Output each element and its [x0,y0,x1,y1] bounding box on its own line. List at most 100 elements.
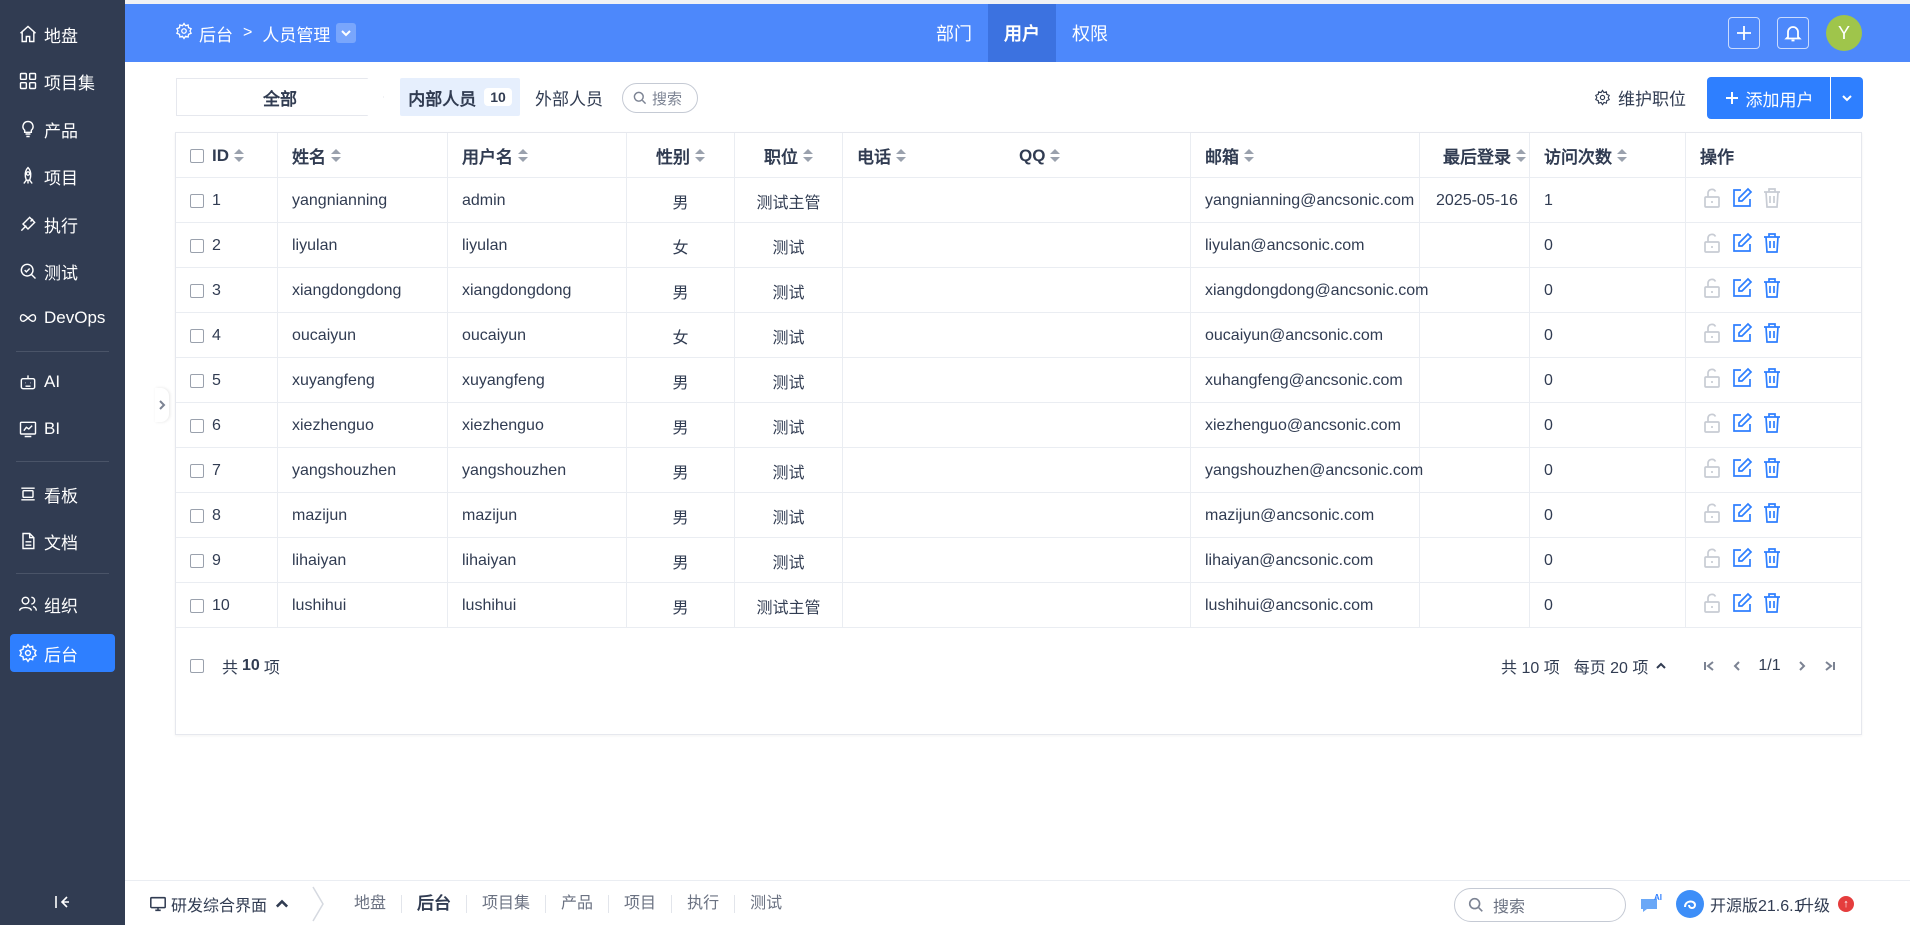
sort-icon[interactable] [1244,148,1254,163]
quick-tab-test[interactable]: 测试 [735,895,797,913]
delete-icon[interactable] [1760,321,1784,350]
sidebar-item-ai[interactable]: AI [10,363,115,401]
lock-icon[interactable] [1700,276,1724,305]
row-checkbox[interactable] [190,328,204,343]
sidebar-item-programs[interactable]: 项目集 [10,62,115,100]
lock-icon[interactable] [1700,366,1724,395]
chevron-down-icon[interactable] [336,23,357,43]
breadcrumb-root[interactable]: 后台 [199,21,233,46]
sort-icon[interactable] [803,148,813,163]
sort-icon[interactable] [331,148,341,163]
prev-page-icon[interactable] [1730,659,1744,673]
quick-tab-project[interactable]: 项目 [609,894,673,913]
row-checkbox[interactable] [190,463,204,478]
sidebar-item-org[interactable]: 组织 [10,585,115,623]
sort-icon[interactable] [1516,148,1526,163]
edit-icon[interactable] [1730,546,1754,575]
sort-icon[interactable] [896,148,906,163]
filter-internal[interactable]: 内部人员 10 [400,78,520,116]
row-checkbox[interactable] [190,193,204,208]
tab-department[interactable]: 部门 [920,4,988,62]
create-button[interactable] [1728,17,1760,49]
delete-icon[interactable] [1760,591,1784,620]
row-checkbox[interactable] [190,373,204,388]
first-page-icon[interactable] [1702,659,1716,673]
last-page-icon[interactable] [1823,659,1837,673]
col-position[interactable]: 职位 [735,133,843,178]
quick-tab-product[interactable]: 产品 [546,894,610,913]
search-button[interactable]: 搜索 [622,83,698,113]
sort-icon[interactable] [1617,148,1627,163]
delete-icon[interactable] [1760,411,1784,440]
sidebar-item-bi[interactable]: BI [10,410,115,448]
filter-all[interactable]: 全部 [176,78,384,116]
global-search-input[interactable]: 搜索 [1454,888,1626,922]
quick-tab-admin[interactable]: 后台 [402,894,468,913]
notification-button[interactable] [1777,17,1809,49]
col-last-login[interactable]: 最后登录 [1420,133,1530,178]
collapse-sidebar-icon[interactable] [52,892,72,912]
lock-icon[interactable] [1700,231,1724,260]
edit-icon[interactable] [1730,186,1754,215]
next-page-icon[interactable] [1795,659,1809,673]
row-checkbox[interactable] [190,418,204,433]
sidebar-item-devops[interactable]: DevOps [10,299,115,337]
footer-checkbox[interactable] [190,659,204,673]
edit-icon[interactable] [1730,321,1754,350]
sort-icon[interactable] [1050,148,1061,163]
quick-tab-execution[interactable]: 执行 [672,894,736,913]
sidebar-item-project[interactable]: 项目 [10,157,115,195]
sidebar-item-doc[interactable]: 文档 [10,522,115,560]
delete-icon[interactable] [1760,366,1784,395]
delete-icon[interactable] [1760,276,1784,305]
row-checkbox[interactable] [190,553,204,568]
edit-icon[interactable] [1730,591,1754,620]
per-page-select[interactable]: 每页 20 项 [1574,654,1669,678]
lock-icon[interactable] [1700,546,1724,575]
add-user-button[interactable]: 添加用户 [1707,77,1830,119]
row-checkbox[interactable] [190,598,204,613]
lock-icon[interactable] [1700,591,1724,620]
sidebar-item-product[interactable]: 产品 [10,110,115,148]
lock-icon[interactable] [1700,186,1724,215]
tab-permission[interactable]: 权限 [1056,4,1124,62]
sidebar-item-kanban[interactable]: 看板 [10,475,115,513]
sidebar-item-admin[interactable]: 后台 [10,634,115,672]
lock-icon[interactable] [1700,411,1724,440]
sidebar-item-execution[interactable]: 执行 [10,205,115,243]
maintain-position-button[interactable]: 维护职位 [1594,78,1686,116]
edit-icon[interactable] [1730,456,1754,485]
col-name[interactable]: 姓名 [278,133,448,178]
expand-panel-button[interactable] [155,388,169,422]
row-checkbox[interactable] [190,283,204,298]
select-all-checkbox[interactable] [190,148,204,163]
edit-icon[interactable] [1730,231,1754,260]
upgrade-button[interactable]: 升级 ↑ [1798,881,1855,925]
sort-icon[interactable] [518,148,528,163]
lock-icon[interactable] [1700,501,1724,530]
add-user-dropdown[interactable] [1831,77,1863,119]
col-id[interactable]: ID [176,133,278,178]
sort-icon[interactable] [234,148,244,163]
sidebar-item-test[interactable]: 测试 [10,252,115,290]
quick-tab-programs[interactable]: 项目集 [467,894,547,913]
delete-icon[interactable] [1760,456,1784,485]
delete-icon[interactable] [1760,546,1784,575]
edit-icon[interactable] [1730,501,1754,530]
ui-switcher[interactable]: 研发综合界面 [149,881,295,925]
edit-icon[interactable] [1730,276,1754,305]
col-visits[interactable]: 访问次数 [1530,133,1686,178]
sort-icon[interactable] [695,148,705,163]
avatar[interactable]: Y [1826,15,1862,51]
filter-external[interactable]: 外部人员 [535,78,603,116]
tab-user[interactable]: 用户 [988,4,1056,62]
lock-icon[interactable] [1700,456,1724,485]
version-info[interactable]: 开源版21.6.1 [1676,881,1803,925]
quick-tab-home[interactable]: 地盘 [339,894,403,913]
row-checkbox[interactable] [190,238,204,253]
ai-chat-icon[interactable]: AI [1638,892,1666,914]
col-qq[interactable]: QQ [1019,133,1191,178]
edit-icon[interactable] [1730,366,1754,395]
delete-icon[interactable] [1760,186,1784,215]
col-phone[interactable]: 电话 [843,133,1019,178]
